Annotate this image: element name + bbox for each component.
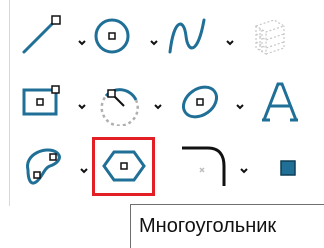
text-a-icon xyxy=(262,82,298,122)
freeform-tool-dropdown[interactable] xyxy=(78,164,90,176)
line-tool-dropdown[interactable] xyxy=(76,36,88,48)
chevron-down-icon xyxy=(78,40,86,46)
circle-tool[interactable] xyxy=(88,12,136,60)
square-point-icon xyxy=(280,160,296,176)
polygon-tool[interactable] xyxy=(100,142,148,190)
hexagon-icon xyxy=(102,150,146,182)
arc-tool-dropdown[interactable] xyxy=(152,100,164,112)
arc-icon xyxy=(100,88,139,126)
tooltip: Многоугольник xyxy=(130,204,324,248)
freeform-icon xyxy=(26,148,61,185)
fillet-tool-dropdown[interactable] xyxy=(238,164,250,176)
chevron-down-icon xyxy=(154,104,162,110)
point-tool[interactable] xyxy=(264,144,312,192)
ellipse-tool-dropdown[interactable] xyxy=(234,100,246,112)
circle-icon xyxy=(94,18,130,54)
line-tool[interactable] xyxy=(16,12,64,60)
rectangle-tool-dropdown[interactable] xyxy=(76,100,88,112)
panel-divider xyxy=(0,0,10,206)
chevron-down-icon xyxy=(226,40,234,46)
grid-icon xyxy=(254,19,286,56)
fillet-tool[interactable] xyxy=(180,142,228,190)
sketch-tools-panel: Многоугольник xyxy=(0,0,324,248)
tooltip-text: Многоугольник xyxy=(139,215,277,237)
grid-tool[interactable] xyxy=(246,12,294,60)
rectangle-tool[interactable] xyxy=(16,78,64,126)
chevron-down-icon xyxy=(80,168,88,174)
freeform-tool[interactable] xyxy=(20,142,68,190)
chevron-down-icon xyxy=(78,104,86,110)
circle-tool-dropdown[interactable] xyxy=(148,36,160,48)
arc-tool[interactable] xyxy=(96,78,144,126)
fillet-icon xyxy=(182,146,226,186)
ellipse-icon xyxy=(181,85,219,119)
chevron-down-icon xyxy=(150,40,158,46)
rectangle-icon xyxy=(22,85,60,116)
line-icon xyxy=(22,15,61,54)
spline-tool-dropdown[interactable] xyxy=(224,36,236,48)
text-tool[interactable] xyxy=(256,78,304,126)
ellipse-tool[interactable] xyxy=(176,78,224,126)
spline-tool[interactable] xyxy=(164,12,212,60)
spline-icon xyxy=(168,18,206,54)
chevron-down-icon xyxy=(240,168,248,174)
chevron-down-icon xyxy=(236,104,244,110)
